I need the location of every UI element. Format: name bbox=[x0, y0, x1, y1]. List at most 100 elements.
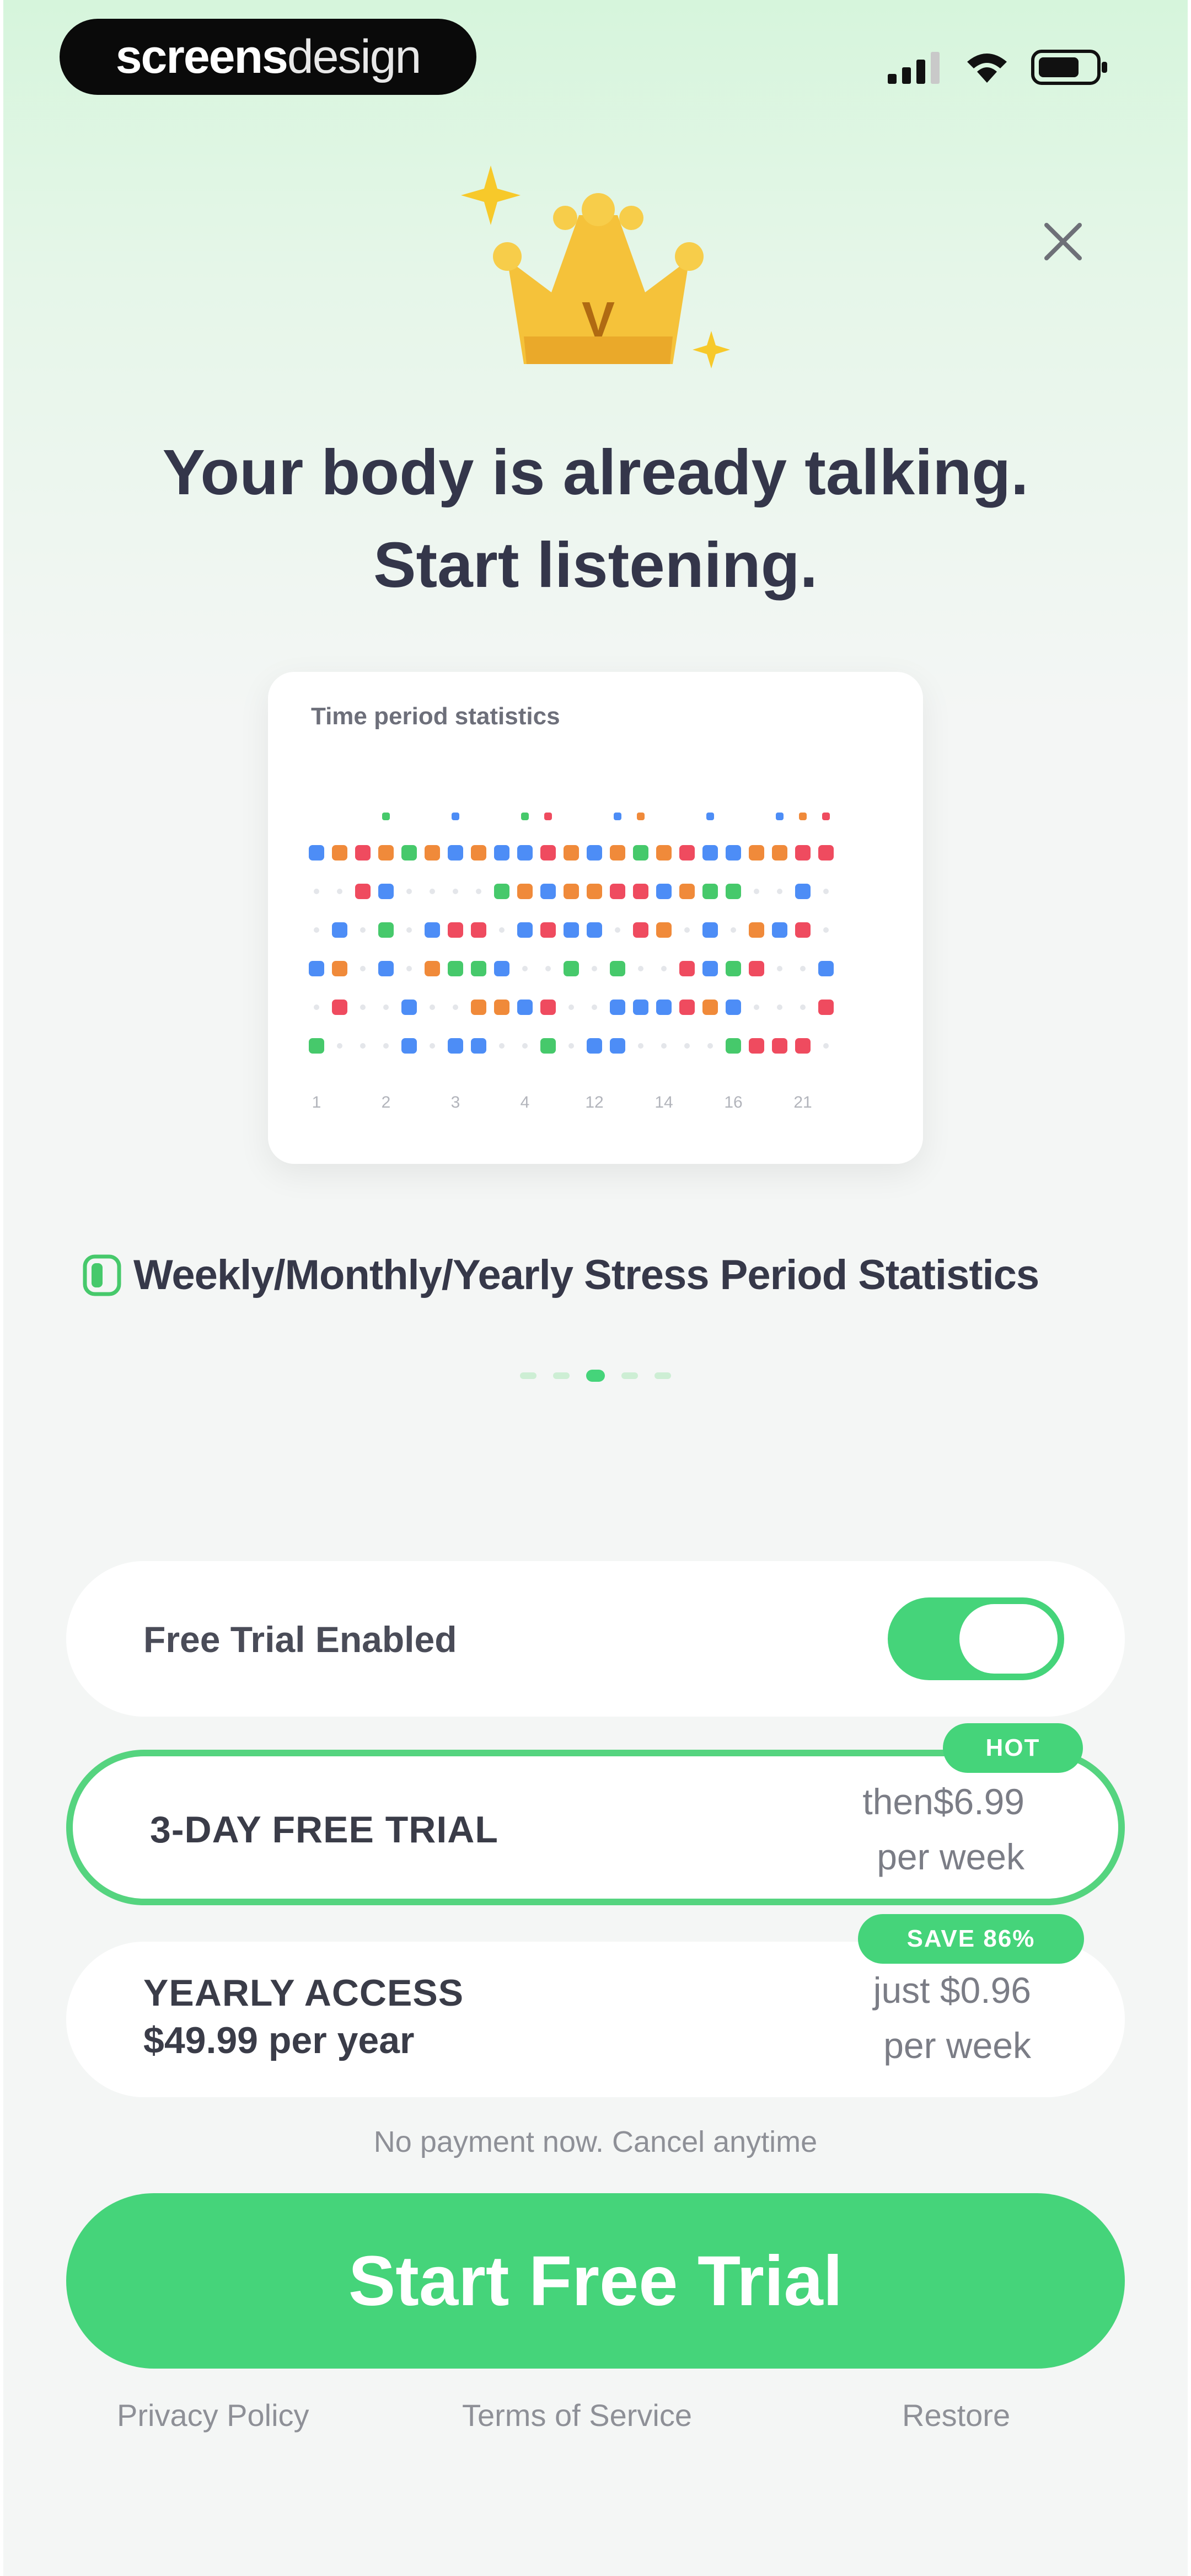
grid-cell bbox=[702, 1000, 718, 1015]
grid-cell bbox=[702, 884, 718, 899]
carousel-dot[interactable] bbox=[621, 1372, 638, 1379]
grid-cell bbox=[726, 884, 741, 899]
grid-cell bbox=[378, 961, 394, 976]
grid-cell bbox=[795, 845, 811, 861]
grid-cell-empty bbox=[430, 889, 435, 894]
stats-grid: 1 2 3 4 12 14 16 21 bbox=[309, 813, 834, 1111]
grid-cell-empty bbox=[522, 1043, 528, 1049]
free-trial-label: Free Trial Enabled bbox=[143, 1619, 457, 1660]
grid-cell-empty bbox=[360, 1004, 366, 1010]
plan-name: 3-DAY FREE TRIAL bbox=[150, 1809, 498, 1851]
save-badge: SAVE 86% bbox=[858, 1914, 1084, 1964]
grid-cell bbox=[818, 961, 834, 976]
brand-name-light: design bbox=[287, 30, 421, 83]
grid-cell-empty bbox=[638, 1043, 643, 1049]
grid-cell-empty bbox=[777, 1004, 782, 1010]
terms-of-service-link[interactable]: Terms of Service bbox=[462, 2397, 692, 2433]
plan-subtitle: $49.99 per year bbox=[143, 2019, 415, 2061]
grid-cell bbox=[494, 884, 509, 899]
stats-toggle-icon bbox=[83, 1254, 121, 1296]
close-icon[interactable] bbox=[1037, 215, 1090, 268]
grid-cell-empty bbox=[823, 889, 829, 894]
grid-cell-empty bbox=[823, 927, 829, 933]
grid-cell bbox=[540, 922, 556, 938]
plan-name: YEARLY ACCESS bbox=[143, 1972, 464, 2014]
grid-cell bbox=[749, 922, 764, 938]
grid-cell-empty bbox=[337, 1043, 342, 1049]
grid-cell-empty bbox=[707, 1043, 713, 1049]
grid-cell bbox=[633, 845, 648, 861]
plan-option-free-trial[interactable]: 3-DAY FREE TRIAL then$6.99 per week bbox=[66, 1750, 1125, 1905]
grid-cell bbox=[309, 961, 324, 976]
grid-cell-empty bbox=[360, 1043, 366, 1049]
restore-link[interactable]: Restore bbox=[902, 2397, 1010, 2433]
page-title-line2: Start listening. bbox=[373, 529, 818, 601]
grid-cell-empty bbox=[360, 927, 366, 933]
grid-cell bbox=[610, 884, 625, 899]
grid-cell-empty bbox=[314, 889, 319, 894]
grid-cell bbox=[679, 884, 695, 899]
grid-x-tick: 12 bbox=[585, 1093, 603, 1111]
grid-cell bbox=[332, 922, 347, 938]
plan-price-line2: per week bbox=[883, 2025, 1031, 2066]
grid-x-tick: 16 bbox=[724, 1093, 742, 1111]
grid-cell-empty bbox=[800, 966, 806, 971]
start-free-trial-button[interactable]: Start Free Trial bbox=[66, 2193, 1125, 2369]
grid-cell-empty bbox=[615, 927, 620, 933]
no-payment-note: No payment now. Cancel anytime bbox=[373, 2125, 818, 2158]
crown-icon: V bbox=[461, 165, 730, 368]
grid-cell-empty bbox=[499, 1043, 505, 1049]
grid-cell-empty bbox=[661, 966, 667, 971]
grid-cell-empty bbox=[684, 1043, 690, 1049]
grid-cell bbox=[425, 961, 440, 976]
carousel-dot[interactable] bbox=[553, 1372, 570, 1379]
grid-cell-empty bbox=[592, 966, 597, 971]
grid-cell-empty bbox=[545, 966, 551, 971]
grid-cell-empty bbox=[568, 1043, 574, 1049]
grid-cell bbox=[517, 922, 533, 938]
grid-cell bbox=[656, 922, 672, 938]
grid-cell bbox=[679, 845, 695, 861]
grid-cell-empty bbox=[800, 1004, 806, 1010]
plan-price-line1: just $0.96 bbox=[873, 1970, 1031, 2011]
carousel-dot[interactable] bbox=[654, 1372, 671, 1379]
grid-cell bbox=[702, 922, 718, 938]
feature-caption: Weekly/Monthly/Yearly Stress Period Stat… bbox=[83, 1251, 1039, 1299]
grid-cell bbox=[448, 922, 463, 938]
carousel-dot[interactable] bbox=[586, 1370, 605, 1382]
grid-cell-empty bbox=[314, 1004, 319, 1010]
crown-letter: V bbox=[582, 292, 615, 348]
free-trial-toggle[interactable] bbox=[888, 1597, 1064, 1680]
plan-option-yearly[interactable]: YEARLY ACCESS $49.99 per year just $0.96… bbox=[66, 1942, 1125, 2097]
free-trial-row[interactable]: Free Trial Enabled bbox=[66, 1561, 1125, 1717]
grid-cell bbox=[355, 884, 371, 899]
grid-cell-empty bbox=[314, 927, 319, 933]
grid-cell-empty bbox=[360, 966, 366, 971]
grid-cell bbox=[610, 1000, 625, 1015]
grid-cell bbox=[564, 922, 579, 938]
battery-icon bbox=[1031, 50, 1107, 85]
grid-x-tick: 3 bbox=[451, 1093, 460, 1111]
stats-card: Time period statistics 1 2 3 4 12 14 16 21 bbox=[268, 672, 923, 1164]
grid-top-mark bbox=[614, 813, 621, 820]
grid-top-mark bbox=[822, 813, 830, 820]
grid-cell-empty bbox=[568, 1004, 574, 1010]
grid-x-tick: 21 bbox=[793, 1093, 812, 1111]
grid-cell bbox=[564, 884, 579, 899]
privacy-policy-link[interactable]: Privacy Policy bbox=[117, 2397, 309, 2433]
grid-cell bbox=[633, 1000, 648, 1015]
grid-top-mark bbox=[521, 813, 529, 820]
grid-cell bbox=[610, 961, 625, 976]
plan-price-line1: then$6.99 bbox=[862, 1781, 1024, 1822]
grid-cell bbox=[471, 961, 486, 976]
grid-cell-empty bbox=[731, 927, 736, 933]
grid-cell bbox=[795, 922, 811, 938]
grid-top-mark bbox=[544, 813, 552, 820]
grid-cell bbox=[540, 845, 556, 861]
grid-cell bbox=[656, 1000, 672, 1015]
grid-cell bbox=[656, 845, 672, 861]
carousel-dot[interactable] bbox=[520, 1372, 537, 1379]
grid-x-tick: 2 bbox=[382, 1093, 391, 1111]
grid-cell bbox=[517, 1000, 533, 1015]
grid-cell bbox=[679, 1000, 695, 1015]
